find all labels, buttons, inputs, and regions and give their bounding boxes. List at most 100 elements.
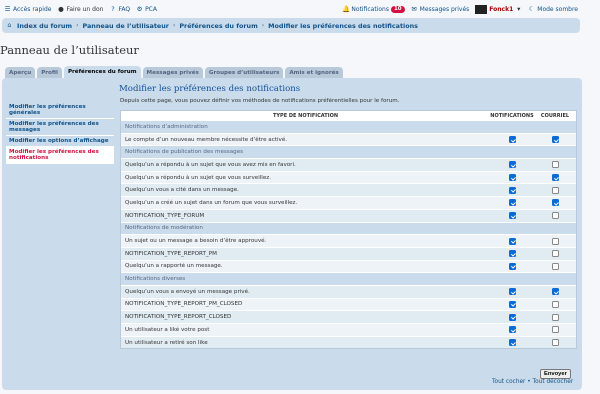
email-checkbox[interactable]: [551, 300, 559, 308]
notification-checkbox[interactable]: [508, 250, 516, 258]
email-checkbox-cell: [534, 199, 576, 207]
email-checkbox-cell: [534, 212, 576, 220]
page-title: Panneau de l’utilisateur: [0, 43, 139, 57]
breadcrumb-separator: ›: [172, 22, 176, 29]
email-checkbox[interactable]: [551, 237, 559, 245]
notification-checkbox-cell: [490, 313, 534, 321]
link-separator: •: [525, 379, 533, 385]
email-checkbox[interactable]: [551, 136, 559, 144]
gear-icon: ⚙: [136, 4, 143, 13]
notification-type-label: Quelqu’un vous a envoyé un message privé…: [125, 288, 250, 295]
notification-checkbox-cell: [490, 212, 534, 220]
table-row: Un utilisateur a retiré son like: [121, 335, 576, 349]
notification-checkbox[interactable]: [508, 212, 516, 220]
moon-icon: ☾: [528, 4, 535, 13]
notification-checkbox[interactable]: [508, 288, 516, 296]
notification-checkbox[interactable]: [508, 300, 516, 308]
notification-checkbox-cell: [490, 174, 534, 182]
notification-checkbox[interactable]: [508, 136, 516, 144]
table-row: Quelqu’un a répondu à un sujet que vous …: [121, 170, 576, 184]
breadcrumb-separator: ›: [261, 22, 265, 29]
email-checkbox[interactable]: [551, 250, 559, 258]
notification-checkbox[interactable]: [508, 161, 516, 169]
notification-checkbox[interactable]: [508, 339, 516, 347]
email-checkbox[interactable]: [551, 326, 559, 334]
notification-type-label: Un utilisateur a retiré son like: [125, 339, 208, 346]
notifications-badge: 10: [390, 5, 405, 13]
email-checkbox-cell: [534, 300, 576, 308]
breadcrumb-prefs[interactable]: Préférences du forum: [179, 22, 257, 30]
notification-type-label: Quelqu’un vous a cité dans un message.: [125, 187, 239, 194]
notifications-link[interactable]: 🔔 Notifications 10: [342, 4, 405, 13]
breadcrumb-ucp[interactable]: Panneau de l’utilisateur: [82, 22, 168, 30]
email-checkbox[interactable]: [551, 313, 559, 321]
table-row: Quelqu’un vous a envoyé un message privé…: [121, 284, 576, 298]
notification-checkbox[interactable]: [508, 199, 516, 207]
table-row: Quelqu’un a répondu à un sujet que vous …: [121, 158, 576, 171]
notification-type-label: Quelqu’un a répondu à un sujet que vous …: [125, 174, 272, 181]
notification-checkbox-cell: [490, 288, 534, 296]
email-checkbox[interactable]: [551, 288, 559, 296]
email-checkbox[interactable]: [551, 212, 559, 220]
ucp-panel: Modifier les préférences générales Modif…: [2, 78, 582, 390]
notification-checkbox[interactable]: [508, 313, 516, 321]
notification-checkbox-cell: [490, 136, 534, 144]
notification-type-label: Quelqu’un a répondu à un sujet que vous …: [125, 161, 296, 168]
notification-checkbox-cell: [490, 186, 534, 194]
notification-checkbox[interactable]: [508, 262, 516, 270]
unmark-all-link[interactable]: Tout décocher: [533, 379, 574, 385]
notification-type-label: Un utilisateur a liké votre post: [125, 326, 210, 333]
email-checkbox-cell: [534, 136, 576, 144]
group-header: Notifications de publication des message…: [121, 145, 576, 159]
bell-icon: 🔔: [342, 4, 351, 13]
breadcrumb-forum-index[interactable]: Index du forum: [17, 22, 72, 30]
faq-link[interactable]: ? FAQ: [109, 4, 130, 13]
email-checkbox-cell: [534, 262, 576, 270]
email-checkbox[interactable]: [551, 262, 559, 270]
acp-link[interactable]: ⚙ PCA: [136, 4, 157, 13]
group-header: Notifications de modération: [121, 221, 576, 235]
notification-checkbox-cell: [490, 199, 534, 207]
email-checkbox[interactable]: [551, 174, 559, 182]
avatar: [475, 4, 488, 14]
notification-type-label: NOTIFICATION_TYPE_REPORT_PM_CLOSED: [125, 301, 243, 308]
table-row: NOTIFICATION_TYPE_REPORT_PM: [121, 246, 576, 260]
private-messages-link[interactable]: ✉ Messages privés: [411, 5, 469, 13]
submit-button[interactable]: Envoyer: [540, 369, 571, 379]
email-checkbox[interactable]: [551, 161, 559, 169]
table-body: Notifications d’administration Le compte …: [121, 120, 576, 349]
sidebar-item-display-options[interactable]: Modifier les options d’affichage: [6, 136, 114, 147]
table-header: TYPE DE NOTIFICATION NOTIFICATIONS COURR…: [121, 111, 576, 120]
sidebar-item-general-prefs[interactable]: Modifier les préférences générales: [6, 102, 114, 119]
dark-mode-toggle[interactable]: ☾ Mode sombre: [528, 4, 578, 13]
breadcrumb-notif-prefs[interactable]: Modifier les préférences des notificatio…: [268, 22, 418, 30]
quick-access-link[interactable]: ☰ Accès rapide: [4, 5, 52, 13]
email-checkbox-cell: [534, 237, 576, 245]
email-checkbox[interactable]: [551, 186, 559, 194]
notification-checkbox[interactable]: [508, 186, 516, 194]
user-menu[interactable]: Fonck1 ▾: [475, 4, 522, 14]
donate-link[interactable]: ● Faire un don: [57, 4, 103, 13]
question-icon: ?: [111, 4, 115, 13]
email-checkbox-cell: [534, 326, 576, 334]
table-row: Un sujet ou un message a besoin d’être a…: [121, 234, 576, 247]
notification-checkbox[interactable]: [508, 237, 516, 245]
group-header: Notifications diverses: [121, 272, 576, 285]
notification-type-label: Quelqu’un a créé un sujet dans un forum …: [125, 199, 298, 206]
notification-checkbox[interactable]: [508, 174, 516, 182]
notification-checkbox[interactable]: [508, 326, 516, 334]
mark-all-link[interactable]: Tout cocher: [492, 379, 525, 385]
table-row: NOTIFICATION_TYPE_FORUM: [121, 208, 576, 222]
email-checkbox[interactable]: [551, 339, 559, 347]
email-checkbox[interactable]: [551, 199, 559, 207]
col-type-header: TYPE DE NOTIFICATION: [273, 112, 338, 119]
heart-icon: ●: [58, 4, 64, 13]
col-email-header: COURRIEL: [540, 112, 570, 119]
sidebar-item-posting-prefs[interactable]: Modifier les préférences des messages: [6, 119, 114, 136]
table-row: NOTIFICATION_TYPE_REPORT_PM_CLOSED: [121, 297, 576, 311]
sidebar-item-notification-prefs[interactable]: Modifier les préférences des notificatio…: [6, 147, 114, 164]
email-checkbox-cell: [534, 161, 576, 169]
notification-checkbox-cell: [490, 339, 534, 347]
scrollbar[interactable]: [586, 0, 600, 394]
notification-checkbox-cell: [490, 250, 534, 258]
